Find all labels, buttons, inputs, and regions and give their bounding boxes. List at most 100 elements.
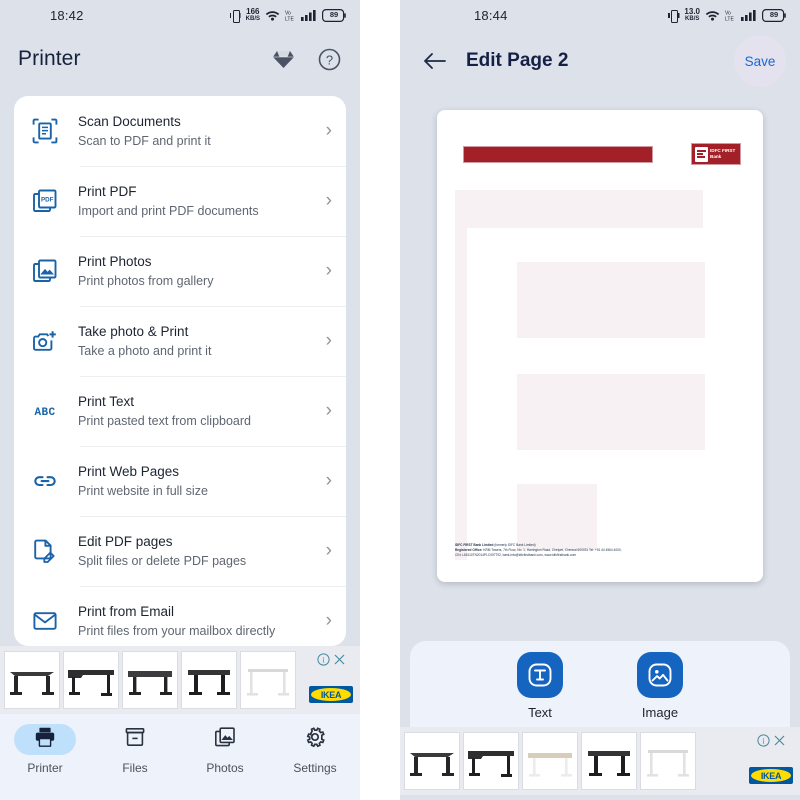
menu-item-take-photo-print[interactable]: Take photo & Print Take a photo and prin… bbox=[14, 306, 346, 376]
tool-label: Text bbox=[528, 705, 552, 720]
menu-item-print-web-pages[interactable]: Print Web Pages Print website in full si… bbox=[14, 446, 346, 516]
menu-item-scan-documents[interactable]: Scan Documents Scan to PDF and print it … bbox=[14, 96, 346, 166]
tool-text[interactable]: Text bbox=[517, 652, 563, 720]
bank-logo-mark bbox=[695, 146, 708, 162]
ad-thumb[interactable] bbox=[463, 732, 519, 790]
menu-item-print-from-email[interactable]: Print from Email Print files from your m… bbox=[14, 586, 346, 646]
svg-text:i: i bbox=[322, 656, 325, 665]
menu-item-title: Print Text bbox=[78, 394, 135, 410]
ad-controls: i IKEA bbox=[746, 732, 796, 790]
help-circle-icon[interactable]: ? bbox=[316, 46, 342, 72]
nav-pill-photos bbox=[194, 724, 256, 755]
status-bar-right: 18:44 13.0 KB/S Vo LTE 89 bbox=[400, 0, 800, 30]
page-title: Printer bbox=[18, 47, 81, 70]
ad-advertiser-name: IKEA bbox=[311, 688, 351, 701]
menu-item-subtitle: Print photos from gallery bbox=[78, 273, 214, 288]
cellular-signal-icon bbox=[741, 9, 757, 21]
document-preview-area[interactable]: IDFC FIRST Bank IDFC FIRST Bank Limited … bbox=[400, 92, 800, 641]
watermark-shape bbox=[455, 190, 467, 560]
battery-icon: 89 bbox=[322, 8, 346, 22]
close-icon[interactable] bbox=[333, 653, 346, 671]
status-icons: 13.0 KB/S Vo LTE 89 bbox=[668, 7, 786, 23]
ad-controls: i IKEA bbox=[306, 651, 356, 709]
ad-thumb[interactable] bbox=[63, 651, 119, 709]
svg-text:?: ? bbox=[325, 52, 332, 67]
ad-thumb[interactable] bbox=[122, 651, 178, 709]
nav-item-photos[interactable]: Photos bbox=[187, 724, 263, 775]
nav-item-settings[interactable]: Settings bbox=[277, 724, 353, 775]
menu-item-text: Print Text Print pasted text from clipbo… bbox=[78, 392, 320, 430]
footer-line-1-rest: (formerly IDFC Bank Limited) bbox=[493, 542, 536, 547]
footer-line-3: CIN: L65110TN2014PLC097792, bank.info@id… bbox=[455, 552, 576, 557]
watermark-shape bbox=[517, 374, 705, 450]
left-phone-screen: 18:42 166 KB/S Vo LTE 89 Printer ? Scan … bbox=[0, 0, 360, 800]
info-icon[interactable]: i bbox=[316, 653, 330, 671]
menu-item-print-pdf[interactable]: PDF Print PDF Import and print PDF docum… bbox=[14, 166, 346, 236]
ad-banner-right[interactable]: i IKEA bbox=[400, 727, 800, 795]
ad-thumb[interactable] bbox=[640, 732, 696, 790]
nav-item-printer[interactable]: Printer bbox=[7, 724, 83, 775]
menu-item-text: Edit PDF pages Split files or delete PDF… bbox=[78, 532, 320, 570]
bank-logo-text: IDFC FIRST Bank bbox=[710, 148, 735, 159]
scan-document-icon bbox=[32, 118, 78, 144]
menu-item-print-photos[interactable]: Print Photos Print photos from gallery › bbox=[14, 236, 346, 306]
ad-thumb[interactable] bbox=[240, 651, 296, 709]
menu-item-title: Print Web Pages bbox=[78, 464, 180, 480]
nav-label: Photos bbox=[206, 761, 244, 775]
footer-line-1-bold: IDFC FIRST Bank Limited bbox=[455, 542, 494, 547]
ad-banner-left[interactable]: i IKEA bbox=[0, 646, 360, 714]
menu-item-subtitle: Print files from your mailbox directly bbox=[78, 623, 276, 638]
menu-item-text: Scan Documents Scan to PDF and print it bbox=[78, 112, 320, 150]
chevron-right-icon: › bbox=[325, 260, 332, 281]
footer-line-2-bold: Registered Office: bbox=[455, 547, 483, 552]
document-page[interactable]: IDFC FIRST Bank IDFC FIRST Bank Limited … bbox=[437, 110, 763, 582]
photo-stack-icon bbox=[32, 258, 78, 284]
files-box-icon bbox=[124, 726, 146, 753]
chevron-right-icon: › bbox=[325, 610, 332, 631]
tool-image[interactable]: Image bbox=[637, 652, 683, 720]
ad-thumb[interactable] bbox=[522, 732, 578, 790]
menu-item-text: Take photo & Print Take a photo and prin… bbox=[78, 322, 320, 360]
edit-tools-bar: Text Image bbox=[410, 641, 790, 727]
ad-thumb[interactable] bbox=[581, 732, 637, 790]
info-icon[interactable]: i bbox=[756, 734, 770, 752]
ad-thumb[interactable] bbox=[181, 651, 237, 709]
printer-icon bbox=[34, 726, 56, 753]
chevron-right-icon: › bbox=[325, 400, 332, 421]
vibrate-icon bbox=[668, 9, 679, 23]
nav-label: Printer bbox=[27, 761, 63, 775]
back-arrow-icon[interactable] bbox=[422, 48, 448, 74]
ad-advertiser-name: IKEA bbox=[751, 769, 791, 782]
network-speed-value: 13.0 bbox=[684, 7, 700, 16]
menu-item-subtitle: Import and print PDF documents bbox=[78, 203, 259, 218]
ad-thumb[interactable] bbox=[4, 651, 60, 709]
close-icon[interactable] bbox=[773, 734, 786, 752]
menu-item-subtitle: Scan to PDF and print it bbox=[78, 133, 211, 148]
menu-item-title: Print from Email bbox=[78, 604, 175, 620]
menu-item-print-text[interactable]: ABC Print Text Print pasted text from cl… bbox=[14, 376, 346, 446]
diamond-icon[interactable] bbox=[270, 46, 296, 72]
wifi-icon bbox=[265, 9, 280, 21]
chevron-right-icon: › bbox=[325, 120, 332, 141]
menu-item-subtitle: Split files or delete PDF pages bbox=[78, 553, 247, 568]
ad-thumbnails bbox=[4, 651, 296, 709]
ad-thumbnails bbox=[404, 732, 696, 790]
svg-text:i: i bbox=[762, 737, 765, 746]
save-button[interactable]: Save bbox=[734, 35, 786, 87]
watermark-shape bbox=[517, 484, 597, 550]
camera-plus-icon bbox=[32, 328, 78, 354]
nav-item-files[interactable]: Files bbox=[97, 724, 173, 775]
ikea-logo: IKEA bbox=[309, 686, 353, 703]
chevron-right-icon: › bbox=[325, 330, 332, 351]
menu-item-text: Print from Email Print files from your m… bbox=[78, 602, 320, 640]
sim-signal-icon: Vo LTE bbox=[725, 9, 736, 22]
tool-label: Image bbox=[641, 705, 679, 720]
edit-page-top-bar: Edit Page 2 Save bbox=[400, 30, 800, 92]
screen-separator bbox=[360, 0, 400, 800]
menu-item-edit-pdf-pages[interactable]: Edit PDF pages Split files or delete PDF… bbox=[14, 516, 346, 586]
ad-thumb[interactable] bbox=[404, 732, 460, 790]
menu-item-title: Print Photos bbox=[78, 254, 152, 270]
bottom-navigation-left: Printer Files Photos Settings bbox=[0, 714, 360, 800]
battery-icon: 89 bbox=[762, 8, 786, 22]
ad-control-row: i bbox=[316, 653, 346, 671]
